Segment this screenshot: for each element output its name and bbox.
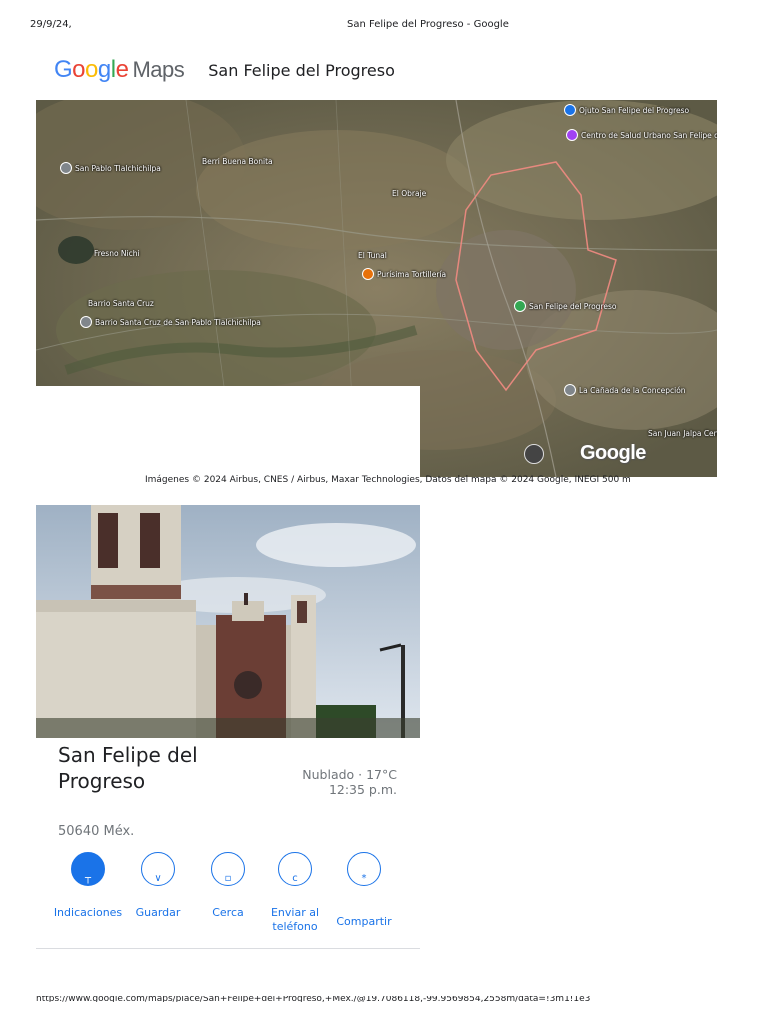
send-to-phone-button[interactable]: ϲ Enviar al teléfono xyxy=(255,852,335,934)
map-pin-centro-salud[interactable]: Centro de Salud Urbano San Felipe del Pr… xyxy=(566,129,717,141)
map-area-label: San Juan Jalpa Centro xyxy=(648,429,717,438)
map-pin-icon xyxy=(514,300,526,312)
print-date: 29/9/24, xyxy=(30,19,72,30)
map-area-label: El Obraje xyxy=(392,189,427,198)
map-pin-label: Ojuto San Felipe del Progreso xyxy=(579,105,690,115)
map-google-logo: Google xyxy=(580,442,646,464)
map-pin-barrio-santa-cruz[interactable]: Barrio Santa Cruz de San Pablo Tlalchich… xyxy=(80,316,261,328)
action-label: Cerca xyxy=(212,906,244,919)
map-pin-san-pablo[interactable]: San Pablo Tlalchichilpa xyxy=(60,162,161,174)
map-attribution: Imágenes © 2024 Airbus, CNES / Airbus, M… xyxy=(145,475,631,485)
directions-icon: ┬ xyxy=(71,852,105,886)
map-pin-icon xyxy=(564,104,576,116)
map-area-label: Barrio Santa Cruz xyxy=(88,299,154,308)
compass-icon[interactable] xyxy=(524,444,544,464)
local-time: 12:35 p.m. xyxy=(328,782,397,797)
place-address: 50640 Méx. xyxy=(58,824,135,839)
map-pin-label: La Cañada de la Concepción xyxy=(579,385,686,395)
map-area-label: El Tunal xyxy=(358,251,387,260)
place-actions: ┬ Indicaciones ∨ Guardar ▫ Cerca ϲ Envia… xyxy=(48,852,398,942)
nearby-icon: ▫ xyxy=(211,852,245,886)
google-letter: e xyxy=(115,56,129,83)
place-photo[interactable] xyxy=(36,505,420,738)
action-label: Compartir xyxy=(336,915,392,928)
map-pin-icon xyxy=(564,384,576,396)
action-label: Indicaciones xyxy=(53,906,123,919)
place-name: San Felipe del Progreso xyxy=(58,743,198,793)
map-pin-purisima[interactable]: Purísima Tortillería xyxy=(362,268,446,280)
map-pin-icon xyxy=(80,316,92,328)
action-label: Enviar al teléfono xyxy=(270,906,320,933)
map-pin-label: Centro de Salud Urbano San Felipe del Pr… xyxy=(581,130,717,140)
bookmark-icon: ∨ xyxy=(141,852,175,886)
map-area-label: Fresno Nichi xyxy=(94,249,140,258)
map-pin-icon xyxy=(362,268,374,280)
map-pin-icon xyxy=(566,129,578,141)
map-pin-canada[interactable]: La Cañada de la Concepción xyxy=(564,384,686,396)
google-maps-logo[interactable]: Google Maps xyxy=(54,56,185,84)
print-url: https://www.google.com/maps/place/San+Fe… xyxy=(36,996,591,1002)
satellite-map[interactable]: Ojuto San Felipe del Progreso Centro de … xyxy=(36,100,717,477)
print-title: San Felipe del Progreso - Google xyxy=(347,19,509,30)
map-pin-label: Barrio Santa Cruz de San Pablo Tlalchich… xyxy=(95,317,261,327)
save-button[interactable]: ∨ Guardar xyxy=(118,852,198,920)
directions-button[interactable]: ┬ Indicaciones xyxy=(48,852,128,920)
weather-info: Nublado · 17°C 12:35 p.m. xyxy=(300,767,397,797)
map-pin-label: San Pablo Tlalchichilpa xyxy=(75,163,161,173)
map-pin-label: Purísima Tortillería xyxy=(377,269,447,279)
map-pin-label: San Felipe del Progreso xyxy=(529,301,617,311)
share-button[interactable]: * Compartir xyxy=(324,852,404,929)
google-letter: o xyxy=(85,56,98,83)
map-blank-region xyxy=(36,386,420,477)
maps-header: Google Maps San Felipe del Progreso xyxy=(54,55,395,85)
section-divider xyxy=(36,948,420,949)
google-wordmark: Google xyxy=(54,56,129,84)
map-pin-ojuto[interactable]: Ojuto San Felipe del Progreso xyxy=(564,104,689,116)
share-icon: * xyxy=(347,852,381,886)
google-letter: o xyxy=(72,56,86,83)
action-label: Guardar xyxy=(135,906,181,919)
church-photo xyxy=(36,505,420,738)
google-letter: g xyxy=(97,56,111,83)
header-place-name: San Felipe del Progreso xyxy=(208,60,395,80)
map-area-label: Berri Buena Bonita xyxy=(202,157,273,166)
map-pin-san-felipe[interactable]: San Felipe del Progreso xyxy=(514,300,616,312)
weather-text: Nublado · 17°C xyxy=(302,767,397,782)
maps-wordmark: Maps xyxy=(132,57,185,82)
send-to-phone-icon: ϲ xyxy=(278,852,312,886)
google-letter: G xyxy=(54,56,73,83)
map-pin-icon xyxy=(60,162,72,174)
